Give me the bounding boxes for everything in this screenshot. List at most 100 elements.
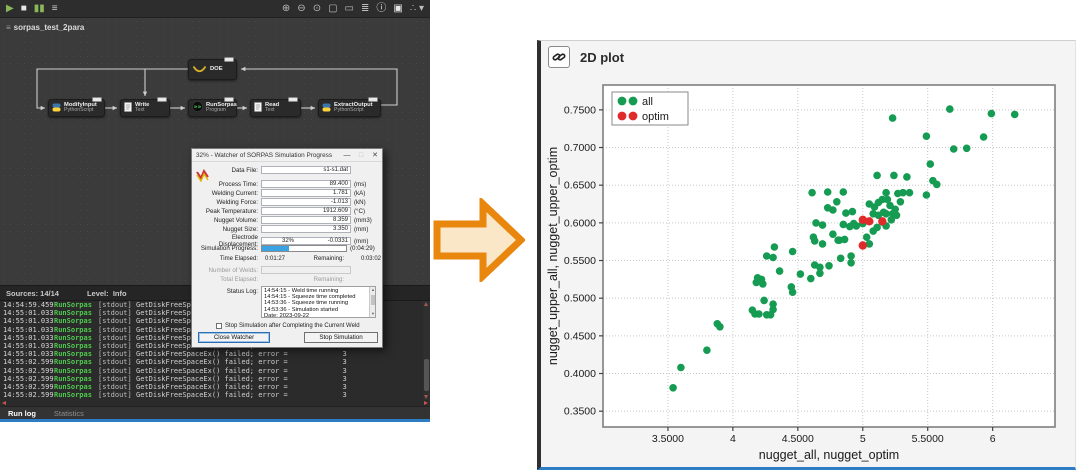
log-channel: [stdout] — [98, 334, 136, 342]
node-status-badge — [224, 57, 234, 62]
python-icon — [322, 99, 331, 117]
node-title: DOE — [210, 66, 223, 73]
field-unit: (kN) — [354, 199, 376, 206]
field-value[interactable]: 1.781 — [261, 189, 351, 197]
node-text: ModifyInputPythonScript — [64, 102, 97, 115]
dialog-titlebar[interactable]: 32% - Watcher of SORPAS Simulation Progr… — [192, 149, 382, 162]
run-workflow-icon[interactable]: ▶ — [6, 4, 14, 14]
node-subtitle: Text — [135, 108, 149, 114]
field-label: Welding Force: — [192, 199, 258, 206]
total-remaining-label: Remaining: — [298, 277, 344, 283]
text-file-icon — [124, 99, 132, 117]
screenshot-stage: ▶■▮▮≡ ⊕⊖⊙▢▭≣ⓘ▣∴ ▾ ≡sorpas_test_2para DOE… — [0, 0, 1076, 470]
tab-statistics[interactable]: Statistics — [54, 409, 84, 418]
progress-bar — [261, 245, 347, 252]
export-image-icon[interactable]: ▣ — [393, 4, 402, 14]
layout-icon[interactable]: ∴ ▾ — [410, 4, 424, 14]
maximize-icon[interactable]: □ — [354, 149, 368, 161]
progress-label: Simulation Progress: — [192, 245, 258, 252]
stop-workflow-icon[interactable]: ■ — [21, 4, 27, 14]
log-timestamp: 14:55:02.599 — [0, 383, 54, 391]
log-row: 14:55:02.599RunSorpas[stdout]GetDiskFree… — [0, 367, 423, 375]
dialog-field-row: Welding Current:1.781(kA) — [192, 189, 376, 197]
field-value[interactable]: 1912.609 — [261, 207, 351, 215]
log-message: GetDiskFreeSpaceEx() failed; error = 3 — [136, 391, 347, 399]
svg-text:0.3500: 0.3500 — [564, 406, 596, 418]
plot-panel: 2D plot 3.500044.500055.500060.35000.400… — [537, 40, 1076, 470]
total-elapsed-label: Total Elapsed: — [192, 277, 258, 283]
progress-total-time: (0:04:29) — [350, 245, 376, 252]
elapsed-value: 0:01:27 — [261, 256, 295, 262]
zoom-out-icon[interactable]: ⊖ — [297, 4, 305, 14]
link-icon[interactable] — [548, 46, 570, 68]
text-file-icon — [254, 99, 262, 117]
workflow-node-doe[interactable]: DOE — [188, 59, 237, 80]
node-text: ReadText — [265, 102, 279, 115]
workflow-node-modifyinput[interactable]: ModifyInputPythonScript — [48, 99, 105, 117]
log-channel: [stdout] — [98, 342, 136, 350]
stop-after-weld-checkbox[interactable]: Stop Simulation after Completing the Cur… — [216, 323, 360, 329]
status-log-scrollbar[interactable]: ▲ ▼ — [369, 287, 375, 317]
scroll-right-icon[interactable] — [424, 401, 428, 405]
log-source: RunSorpas — [54, 375, 98, 383]
log-tab-bar: Run log Statistics — [0, 406, 430, 419]
field-value[interactable]: -1.013 — [261, 198, 351, 206]
step-run-icon[interactable]: ▮▮ — [34, 4, 45, 14]
zoom-in-icon[interactable]: ⊕ — [282, 4, 290, 14]
status-log-box[interactable]: 14:54:15 - Weld time running14:54:15 - S… — [261, 286, 376, 318]
scroll-up-icon[interactable] — [424, 302, 428, 306]
svg-text:0.6000: 0.6000 — [564, 217, 596, 229]
log-channel: [stdout] — [98, 309, 136, 317]
field-value[interactable]: 89.400 — [261, 180, 351, 188]
log-channel: [stdout] — [98, 326, 136, 334]
scrollbar-thumb[interactable] — [371, 295, 375, 305]
panel-focus-border — [0, 419, 430, 422]
field-value[interactable]: s1-s1.dat — [261, 166, 351, 174]
scroll-down-icon[interactable] — [424, 395, 428, 399]
log-source: RunSorpas — [54, 301, 98, 309]
svg-text:nugget_upper_all, nugget_upper: nugget_upper_all, nugget_upper_optim — [546, 147, 560, 365]
svg-text:0.4500: 0.4500 — [564, 330, 596, 342]
screenshot-icon[interactable]: ▭ — [345, 4, 354, 14]
svg-text:all: all — [642, 96, 653, 108]
workflow-menu-icon[interactable]: ≡ — [52, 4, 58, 14]
workflow-node-read[interactable]: ReadText — [250, 99, 301, 117]
checkbox-icon[interactable] — [216, 323, 222, 329]
scroll-up-icon[interactable]: ▲ — [371, 288, 375, 292]
log-channel: [stdout] — [98, 375, 136, 383]
log-channel: [stdout] — [98, 350, 136, 358]
log-view-icon[interactable]: ≣ — [361, 4, 369, 14]
workflow-node-runsorpas[interactable]: »»RunSorpasProgram — [188, 99, 237, 117]
close-watcher-button[interactable]: Close Watcher — [198, 332, 270, 343]
node-subtitle: PythonScript — [64, 108, 97, 114]
scroll-down-icon[interactable]: ▼ — [371, 312, 375, 316]
log-message: GetDiskFreeSpaceEx() failed; error = 3 — [136, 350, 347, 358]
dialog-field-row: Peak Temperature:1912.609(°C) — [192, 207, 376, 215]
remaining-value: 0:03:02 — [347, 256, 381, 262]
log-source: RunSorpas — [54, 317, 98, 325]
field-value[interactable]: 3.350 — [261, 225, 351, 233]
info-icon[interactable]: ⓘ — [376, 4, 386, 14]
scroll-left-icon[interactable] — [2, 401, 6, 405]
log-row: 14:55:02.599RunSorpas[stdout]GetDiskFree… — [0, 383, 423, 391]
log-message: GetDiskFreeSpaceEx() failed; error = 3 — [136, 383, 347, 391]
scrollbar-thumb[interactable] — [424, 359, 429, 391]
minimize-icon[interactable]: — — [340, 149, 354, 161]
log-source: RunSorpas — [54, 309, 98, 317]
workflow-node-write[interactable]: WriteText — [120, 99, 170, 117]
node-status-badge — [224, 97, 234, 102]
workflow-toolbar: ▶ ■ ▮▮ ≡ ⊕ ⊖ ⊙ ▢ ▭ ≣ ⓘ ▣ ∴ ▾ — [0, 0, 430, 18]
close-icon[interactable]: ✕ — [368, 149, 382, 161]
log-vertical-scrollbar[interactable] — [423, 301, 430, 400]
log-timestamp: 14:55:02.599 — [0, 358, 54, 366]
tab-run-log[interactable]: Run log — [8, 409, 36, 418]
zoom-reset-icon[interactable]: ⊙ — [313, 4, 321, 14]
transition-arrow — [433, 198, 525, 282]
fit-view-icon[interactable]: ▢ — [328, 4, 337, 14]
stop-simulation-button[interactable]: Stop Simulation — [304, 332, 378, 343]
number-of-welds-field — [261, 266, 351, 274]
log-message: GetDiskFreeSpaceEx() failed; error = 3 — [136, 375, 347, 383]
field-value[interactable]: 8.359 — [261, 216, 351, 224]
simulation-watcher-dialog: 32% - Watcher of SORPAS Simulation Progr… — [191, 148, 383, 348]
workflow-node-extractoutput[interactable]: ExtractOutputPythonScript — [318, 99, 381, 117]
